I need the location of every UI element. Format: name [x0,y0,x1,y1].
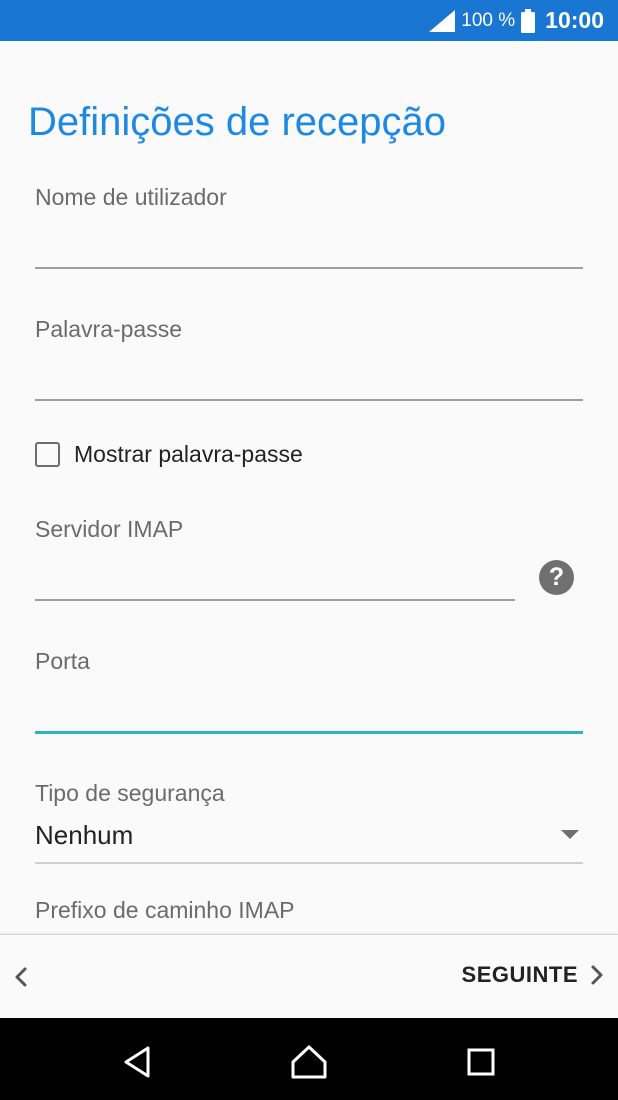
forward-chevron-icon [591,965,603,985]
security-type-label: Tipo de segurança [35,780,225,806]
nav-back-icon[interactable] [118,1042,158,1082]
security-type-select[interactable]: Nenhum [35,820,133,851]
port-underline [35,731,583,734]
port-input[interactable] [35,690,583,730]
show-password-checkbox[interactable] [35,442,60,467]
show-password-row[interactable]: Mostrar palavra-passe [35,441,303,468]
battery-percentage: 100 % [461,9,516,31]
bottom-action-bar: SEGUINTE [0,934,618,1019]
password-input[interactable] [35,358,583,398]
password-underline [35,399,583,401]
username-underline [35,267,583,269]
status-indicators: 100 % 10:00 [429,0,604,41]
back-chevron-icon[interactable] [12,963,30,991]
next-button[interactable]: SEGUINTE [462,961,606,989]
page-title: Definições de recepção [28,100,447,144]
status-time: 10:00 [545,7,604,33]
battery-icon [521,8,536,33]
system-nav-bar [0,1018,618,1100]
imap-server-underline [35,599,515,601]
security-type-underline [35,862,583,864]
password-label: Palavra-passe [35,316,183,342]
show-password-label: Mostrar palavra-passe [74,441,303,467]
dropdown-arrow-icon[interactable] [561,830,579,839]
imap-server-input[interactable] [35,558,515,598]
signal-icon [429,9,456,32]
port-label: Porta [35,648,90,674]
next-button-label: SEGUINTE [461,962,578,987]
imap-server-label: Servidor IMAP [35,516,184,542]
status-bar: 100 % 10:00 [0,0,618,41]
username-label: Nome de utilizador [35,184,227,210]
help-icon[interactable]: ? [539,560,574,595]
nav-home-icon[interactable] [289,1042,329,1082]
imap-path-prefix-label: Prefixo de caminho IMAP [35,897,295,923]
nav-recents-icon[interactable] [461,1042,501,1082]
username-input[interactable] [35,226,583,266]
